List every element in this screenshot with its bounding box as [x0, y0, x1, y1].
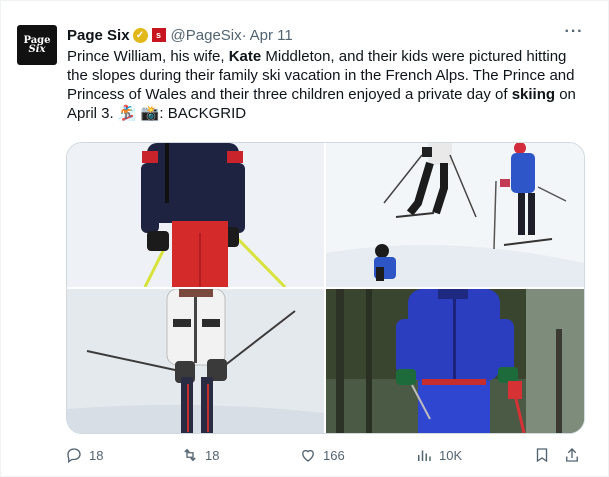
- tweet-text-part: : BACKGRID: [159, 105, 247, 122]
- share-button[interactable]: [563, 446, 581, 464]
- camera-emoji: 📸: [140, 105, 160, 122]
- bookmark-icon: [536, 448, 548, 463]
- photo-4-illustration: [326, 289, 584, 433]
- separator: ·: [241, 26, 247, 44]
- user-handle[interactable]: @PageSix: [171, 27, 242, 44]
- tweet-date[interactable]: Apr 11: [250, 27, 293, 44]
- tweet-text-part: Prince William, his wife,: [67, 48, 229, 65]
- avatar-text-2: Six: [28, 44, 46, 55]
- photo-1[interactable]: [67, 143, 324, 287]
- photo-3-illustration: [67, 289, 324, 433]
- views-count: 10K: [439, 447, 463, 463]
- photo-1-illustration: [67, 143, 324, 287]
- photo-3[interactable]: [67, 289, 324, 433]
- media-grid: [66, 142, 585, 434]
- heart-icon: [302, 449, 314, 462]
- more-horizontal-icon[interactable]: ···: [563, 24, 585, 45]
- repost-count: 18: [205, 447, 220, 463]
- avatar[interactable]: Page Six: [17, 25, 57, 65]
- reply-button[interactable]: 18: [65, 446, 103, 464]
- repost-icon: [184, 448, 196, 462]
- tweet-text-bold: Kate: [228, 48, 262, 65]
- like-count: 166: [323, 447, 345, 463]
- action-bar: 18 18 166 10K: [65, 446, 587, 466]
- reply-count: 18: [89, 447, 104, 463]
- views-button[interactable]: 10K: [415, 446, 462, 464]
- tweet-header: Page Six ✓ ѕ @PageSix · Apr 11: [67, 25, 293, 45]
- tweet-text: Prince William, his wife, Kate Middleton…: [67, 47, 587, 123]
- reply-icon: [67, 448, 81, 464]
- display-name[interactable]: Page Six: [67, 27, 130, 44]
- affiliate-badge-icon[interactable]: ѕ: [151, 28, 166, 42]
- bookmark-button[interactable]: [533, 446, 551, 464]
- repost-button[interactable]: 18: [181, 446, 219, 464]
- photo-2-illustration: [326, 143, 584, 287]
- photo-4[interactable]: [326, 289, 584, 433]
- share-icon: [566, 448, 578, 462]
- snowboarder-emoji: 🏂: [117, 105, 137, 122]
- tweet-text-bold: skiing: [511, 86, 556, 103]
- views-icon: [418, 450, 431, 461]
- like-button[interactable]: 166: [299, 446, 345, 464]
- verified-badge-icon[interactable]: ✓: [132, 27, 148, 43]
- tweet-card[interactable]: Page Six Page Six ✓ ѕ @PageSix · Apr 11 …: [0, 0, 609, 477]
- photo-2[interactable]: [326, 143, 584, 287]
